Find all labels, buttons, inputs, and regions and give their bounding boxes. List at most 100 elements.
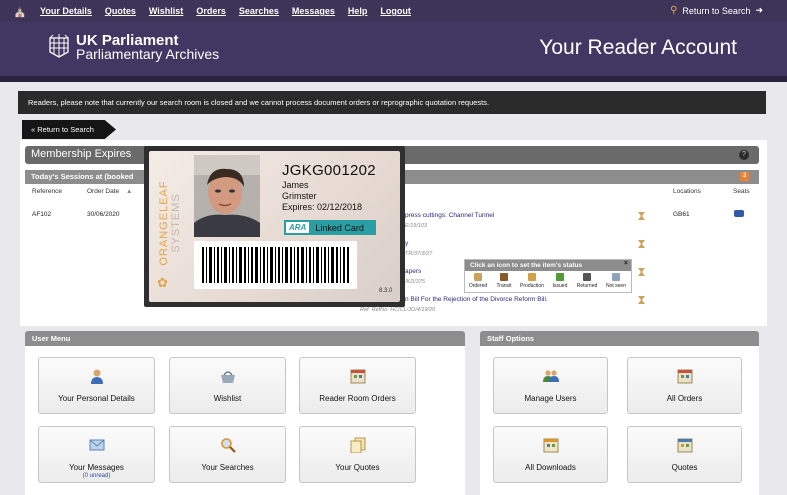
doc-title-3[interactable]: apers — [405, 268, 421, 275]
user-icon — [90, 369, 103, 384]
return-to-search-link[interactable]: ⚲ Return to Search ➜ — [670, 5, 763, 16]
nav-wishlist[interactable]: Wishlist — [149, 6, 183, 16]
status-popup: Click an icon to set the item's status ×… — [464, 259, 632, 293]
tile-label: Wishlist — [213, 394, 242, 403]
status-label: Ordered — [468, 283, 488, 289]
doc-title-4[interactable]: n Bill For the Rejection of the Divorce … — [405, 296, 548, 303]
tile-all-downloads[interactable]: All Downloads — [493, 426, 608, 483]
portcullis-logo — [49, 34, 69, 58]
doc-ref-3: /KD/375 — [405, 279, 425, 285]
sort-icon[interactable]: ▲ — [126, 188, 132, 195]
membership-card: ORANGELEAF SYSTEMS ✿ JGKG001202 James Gr… — [144, 146, 405, 307]
row-reference: AF102 — [32, 211, 52, 218]
nav-your-details[interactable]: Your Details — [40, 6, 92, 16]
card-last-name: Grimster — [282, 191, 317, 201]
hourglass-icon[interactable] — [638, 268, 645, 276]
doc-title-1[interactable]: press cuttings: Channel Tunnel — [405, 212, 494, 219]
banner-divider — [0, 76, 787, 82]
arrow-right-icon: ➜ — [755, 5, 763, 15]
row-location: GB61 — [673, 211, 690, 218]
status-production[interactable]: Production — [520, 273, 544, 289]
status-label: Not seen — [605, 283, 626, 289]
card-number: JGKG001202 — [282, 162, 376, 179]
home-icon[interactable]: ⛪ — [0, 5, 40, 18]
row-order-date: 30/06/2020 — [87, 211, 120, 218]
calendar-icon — [543, 438, 558, 453]
hourglass-icon — [474, 273, 482, 281]
tile-manage-users[interactable]: Manage Users — [493, 357, 608, 414]
doc-ref-1: E/19/103 — [405, 223, 428, 229]
tile-quotes[interactable]: Your Quotes — [299, 426, 416, 483]
closure-notice: Readers, please note that currently our … — [18, 91, 766, 114]
status-issued[interactable]: Issued — [548, 273, 572, 289]
status-label: Production — [520, 283, 544, 289]
status-ordered[interactable]: Ordered — [466, 273, 490, 289]
leaf-icon: ✿ — [157, 275, 168, 290]
linked-card-label: Linked Card — [315, 222, 364, 233]
doc-ref-4: Ref: RefNo: HC/CL/JO/4/19/20 — [360, 307, 436, 313]
tile-all-orders[interactable]: All Orders — [627, 357, 742, 414]
documents-icon — [350, 437, 365, 453]
tile-personal-details[interactable]: Your Personal Details — [38, 357, 155, 414]
status-transit[interactable]: Transit — [492, 273, 516, 289]
green-flag-icon — [556, 273, 564, 281]
card-brand-b: SYSTEMS — [170, 193, 182, 253]
nav-logout[interactable]: Logout — [380, 6, 411, 16]
linked-card-badge: ARA Linked Card — [284, 220, 376, 235]
hourglass-icon[interactable] — [638, 296, 645, 304]
calendar-icon — [677, 369, 692, 384]
hourglass-icon[interactable] — [638, 212, 645, 220]
calendar-icon — [677, 438, 692, 453]
barcode — [194, 241, 357, 289]
return-to-search-label: Return to Search — [682, 5, 751, 16]
tile-label: Reader Room Orders — [319, 394, 396, 403]
status-returned[interactable]: Returned — [575, 273, 599, 289]
magnifier-icon — [220, 438, 236, 453]
walking-icon — [500, 273, 508, 281]
col-reference: Reference — [32, 188, 62, 195]
doc-ref-2: TR/37/3/27 — [405, 251, 433, 257]
envelope-icon — [89, 439, 104, 451]
tile-label: Your Messages — [69, 463, 124, 472]
tile-messages[interactable]: Your Messages (0 unread) — [38, 426, 155, 483]
close-icon[interactable]: × — [624, 260, 628, 267]
col-order-date[interactable]: Order Date — [87, 188, 119, 195]
help-icon[interactable]: ? — [739, 150, 749, 160]
doc-title-2[interactable]: y — [405, 240, 408, 247]
hourglass-icon[interactable] — [638, 240, 645, 248]
site-banner: UK Parliament Parliamentary Archives You… — [0, 22, 787, 76]
reader-photo — [194, 155, 260, 237]
membership-title: Membership Expires — [31, 148, 132, 160]
status-not-seen[interactable]: Not seen — [604, 273, 628, 289]
sessions-count-badge: 3 — [740, 172, 749, 181]
return-to-search-tab[interactable]: « Return to Search — [22, 120, 116, 139]
card-expiry: Expires: 02/12/2018 — [282, 202, 363, 212]
status-popup-title: Click an icon to set the item's status — [465, 260, 631, 271]
tile-staff-quotes[interactable]: Quotes — [627, 426, 742, 483]
search-icon: ⚲ — [670, 5, 678, 16]
nav-searches[interactable]: Searches — [239, 6, 279, 16]
not-seen-icon — [612, 273, 620, 281]
col-locations: Locations — [673, 188, 701, 195]
card-brand-a: ORANGELEAF — [158, 180, 170, 266]
tile-label: Your Searches — [201, 463, 254, 472]
card-face: ORANGELEAF SYSTEMS ✿ JGKG001202 James Gr… — [149, 151, 400, 302]
card-first-name: James — [282, 180, 309, 190]
nav-help[interactable]: Help — [348, 6, 368, 16]
tile-searches[interactable]: Your Searches — [169, 426, 286, 483]
card-version: 8.3.0 — [379, 288, 393, 294]
tile-label: Manage Users — [524, 394, 577, 403]
nav-orders[interactable]: Orders — [196, 6, 226, 16]
tile-label: Your Quotes — [335, 463, 380, 472]
status-label: Returned — [576, 283, 598, 289]
tile-wishlist[interactable]: Wishlist — [169, 357, 286, 414]
user-menu-title: User Menu — [25, 331, 465, 346]
nav-quotes[interactable]: Quotes — [105, 6, 136, 16]
tile-reader-room-orders[interactable]: Reader Room Orders — [299, 357, 416, 414]
basket-icon — [220, 371, 235, 383]
tile-label: Your Personal Details — [58, 394, 135, 403]
card-brand: ORANGELEAF SYSTEMS — [158, 168, 182, 278]
box-icon — [528, 273, 536, 281]
nav-messages[interactable]: Messages — [292, 6, 335, 16]
tile-label: All Orders — [666, 394, 703, 403]
